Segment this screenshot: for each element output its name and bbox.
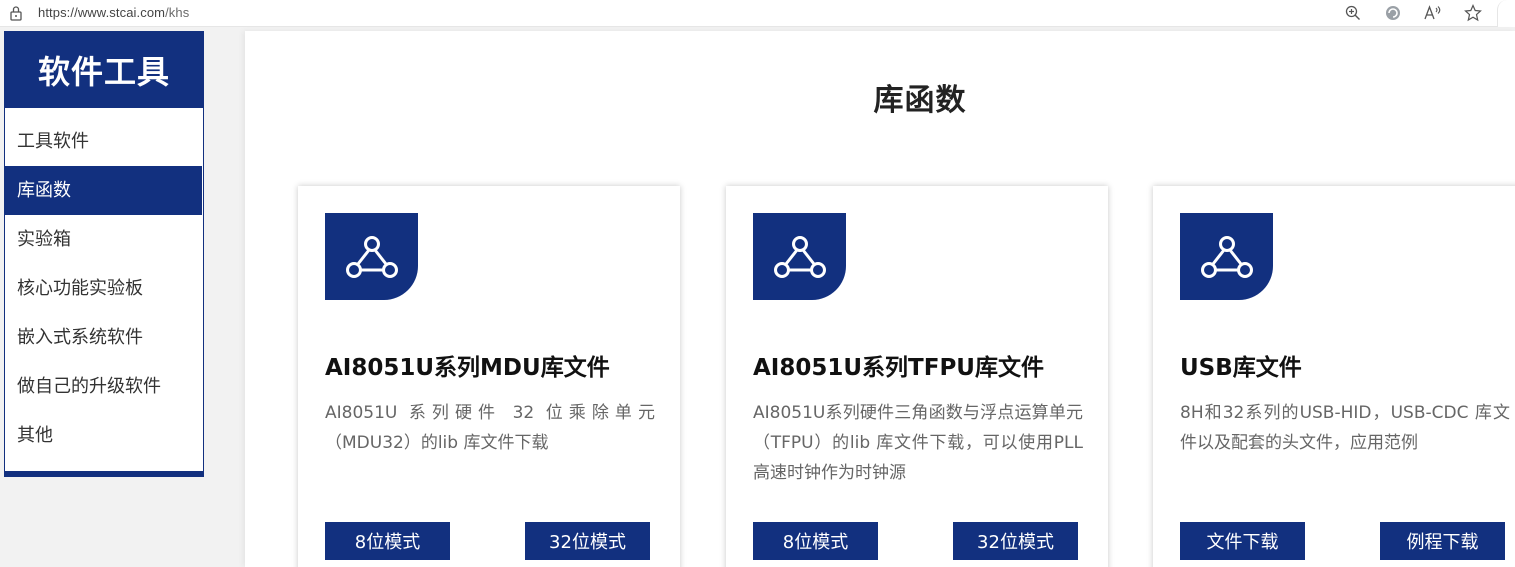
- refresh-icon[interactable]: [1382, 2, 1404, 24]
- sidebar-item-library[interactable]: 库函数: [5, 166, 202, 215]
- file-download-button[interactable]: 文件下载: [1180, 522, 1305, 560]
- favorite-star-icon[interactable]: [1462, 2, 1484, 24]
- card-description: AI8051U系列硬件三角函数与浮点运算单元（TFPU）的lib 库文件下载，可…: [753, 403, 1083, 483]
- card-mdu: AI8051U系列MDU库文件 AI8051U 系列硬件 32 位乘除单元（MD…: [298, 186, 680, 567]
- zoom-icon[interactable]: [1342, 2, 1364, 24]
- 32bit-mode-button[interactable]: 32位模式: [953, 522, 1078, 560]
- sidebar-item-tools[interactable]: 工具软件: [5, 117, 203, 166]
- card-tfpu: AI8051U系列TFPU库文件 AI8051U系列硬件三角函数与浮点运算单元（…: [726, 186, 1108, 567]
- card-title: USB库文件: [1180, 355, 1302, 381]
- card-description: AI8051U 系列硬件 32 位乘除单元（MDU32）的lib 库文件下载: [325, 403, 655, 453]
- 32bit-mode-button[interactable]: 32位模式: [525, 522, 650, 560]
- sidebar-item-core-board[interactable]: 核心功能实验板: [5, 264, 203, 313]
- share-network-icon: [325, 213, 418, 300]
- sidebar-item-other[interactable]: 其他: [5, 411, 203, 460]
- page-title: 库函数: [873, 83, 967, 118]
- card-title: AI8051U系列TFPU库文件: [753, 355, 1044, 381]
- sidebar: 软件工具 工具软件 库函数 实验箱 核心功能实验板 嵌入式系统软件 做自己的升级…: [4, 31, 204, 477]
- sidebar-title: 软件工具: [5, 32, 203, 108]
- address-bar: https://www.stcai.com/khs: [0, 0, 1515, 27]
- card-title: AI8051U系列MDU库文件: [325, 355, 610, 381]
- share-network-icon: [753, 213, 846, 300]
- 8bit-mode-button[interactable]: 8位模式: [325, 522, 450, 560]
- lock-icon[interactable]: [9, 5, 23, 21]
- sidebar-item-lab-box[interactable]: 实验箱: [5, 215, 203, 264]
- read-aloud-icon[interactable]: [1422, 2, 1444, 24]
- share-network-icon: [1180, 213, 1273, 300]
- sidebar-item-embedded-software[interactable]: 嵌入式系统软件: [5, 313, 203, 362]
- example-download-button[interactable]: 例程下载: [1380, 522, 1505, 560]
- sidebar-item-upgrade-software[interactable]: 做自己的升级软件: [5, 362, 203, 411]
- card-description: 8H和32系列的USB-HID，USB-CDC 库文件以及配套的头文件，应用范例: [1180, 403, 1510, 453]
- main-panel: 库函数 AI8051U系列MDU库文件 AI8051U 系列硬件 32 位乘除单…: [245, 31, 1515, 567]
- toolbar-end: [1497, 0, 1515, 27]
- url-field[interactable]: https://www.stcai.com/khs: [38, 5, 189, 20]
- 8bit-mode-button[interactable]: 8位模式: [753, 522, 878, 560]
- card-usb: USB库文件 8H和32系列的USB-HID，USB-CDC 库文件以及配套的头…: [1153, 186, 1515, 567]
- sidebar-menu: 工具软件 库函数 实验箱 核心功能实验板 嵌入式系统软件 做自己的升级软件 其他: [5, 108, 203, 460]
